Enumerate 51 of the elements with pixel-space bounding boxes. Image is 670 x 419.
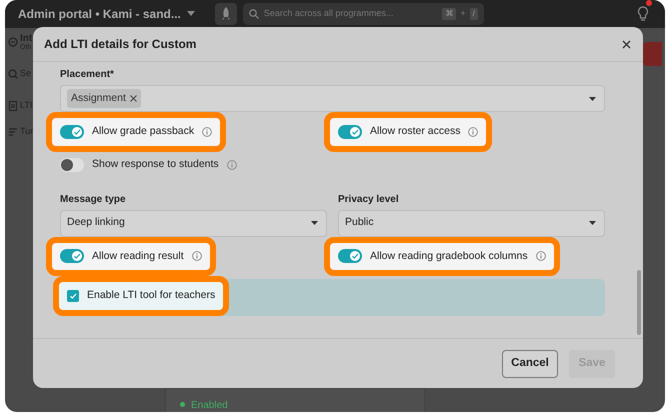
toggle-label: Allow roster access	[370, 124, 460, 139]
check-icon	[73, 128, 81, 136]
dropdown-select[interactable]: Deep linking	[60, 210, 327, 236]
launch-button[interactable]	[214, 3, 237, 25]
scrollbar-thumb[interactable]	[637, 270, 641, 335]
cancel-button[interactable]: Cancel	[502, 350, 558, 378]
field-label: Message type	[60, 192, 127, 206]
search-icon[interactable]	[8, 69, 18, 79]
field-label: Placement*	[60, 68, 115, 82]
caret-icon[interactable]	[186, 11, 195, 17]
toggle-switch[interactable]	[60, 158, 84, 172]
toggle-label: Allow grade passback	[92, 124, 194, 139]
remove-icon[interactable]	[130, 95, 137, 102]
caret-icon[interactable]	[589, 221, 596, 225]
placement-select[interactable]: Assignment	[60, 85, 605, 112]
tag-chip: Assignment	[67, 88, 141, 108]
checkbox-label: Enable LTI tool for teachers	[87, 288, 216, 304]
rocket-icon	[220, 7, 231, 21]
shortcut-key: /	[470, 8, 478, 20]
checkbox[interactable]	[67, 290, 79, 302]
check-icon	[351, 252, 359, 260]
close-button[interactable]	[620, 38, 633, 50]
check-icon	[69, 292, 77, 300]
list-icon[interactable]	[8, 127, 18, 137]
info-icon[interactable]	[226, 160, 237, 170]
search-icon	[248, 9, 259, 19]
document-icon[interactable]	[8, 101, 18, 111]
shortcut-key: ⌘	[442, 8, 456, 20]
toggle-switch[interactable]	[60, 124, 84, 139]
toggle-label: Allow reading gradebook columns	[370, 248, 528, 264]
field-label: Privacy level	[338, 192, 400, 206]
toggle-switch[interactable]	[338, 249, 362, 264]
app-title[interactable]: Admin portal • Kami - sand...	[18, 5, 181, 23]
info-icon[interactable]	[536, 251, 546, 262]
info-icon[interactable]	[192, 251, 202, 262]
lightbulb-icon[interactable]	[637, 6, 649, 22]
back-icon[interactable]	[8, 37, 18, 47]
toggle-switch[interactable]	[60, 249, 84, 264]
toggle-switch[interactable]	[338, 124, 362, 139]
modal-title: Add LTI details for Custom	[44, 36, 196, 52]
status-text: Enabled	[191, 399, 228, 412]
toggle-label: Allow reading result	[92, 248, 184, 264]
info-icon[interactable]	[202, 126, 212, 137]
info-icon[interactable]	[468, 126, 478, 137]
shortcut-joiner: +	[460, 7, 466, 20]
check-icon	[351, 128, 359, 136]
check-icon	[73, 252, 81, 260]
caret-icon[interactable]	[311, 221, 318, 225]
toggle-label: Show response to students	[92, 156, 219, 172]
dropdown-select[interactable]: Public	[338, 210, 605, 236]
caret-icon[interactable]	[589, 96, 596, 100]
